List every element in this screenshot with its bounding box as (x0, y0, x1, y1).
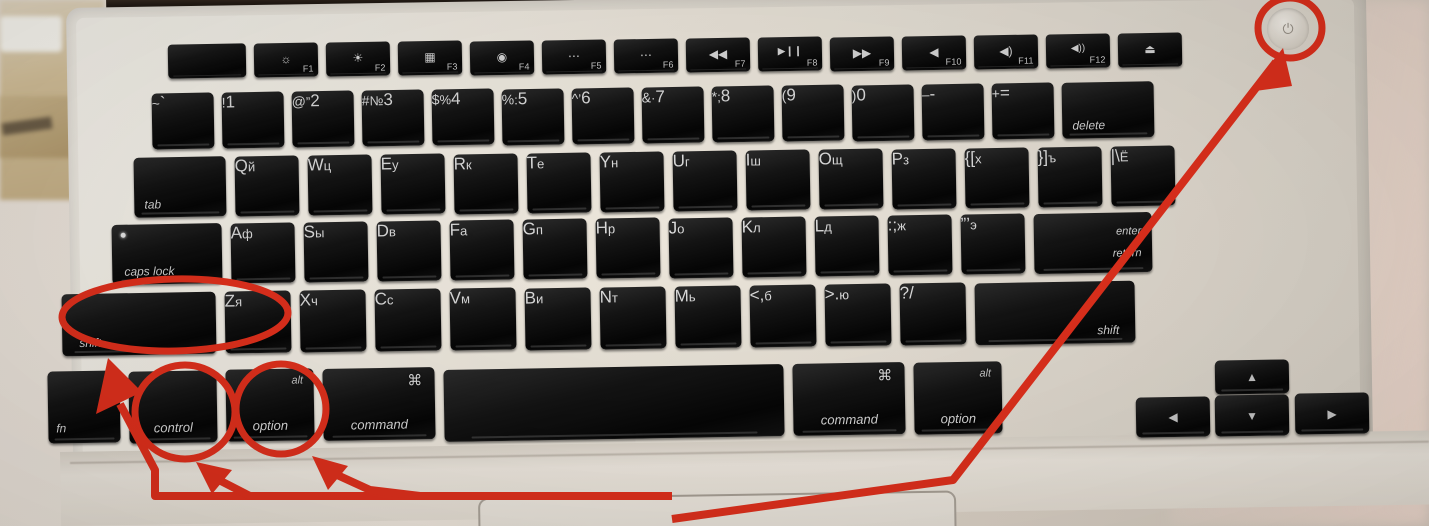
screenshot-root: ⏻ ☼F1☀F2▦F3◉F4⋯F5⋯F6◀◀F7▶❙❙F8▶▶F9◀F10◀)F… (0, 0, 1429, 526)
photo-grain (0, 0, 1429, 526)
